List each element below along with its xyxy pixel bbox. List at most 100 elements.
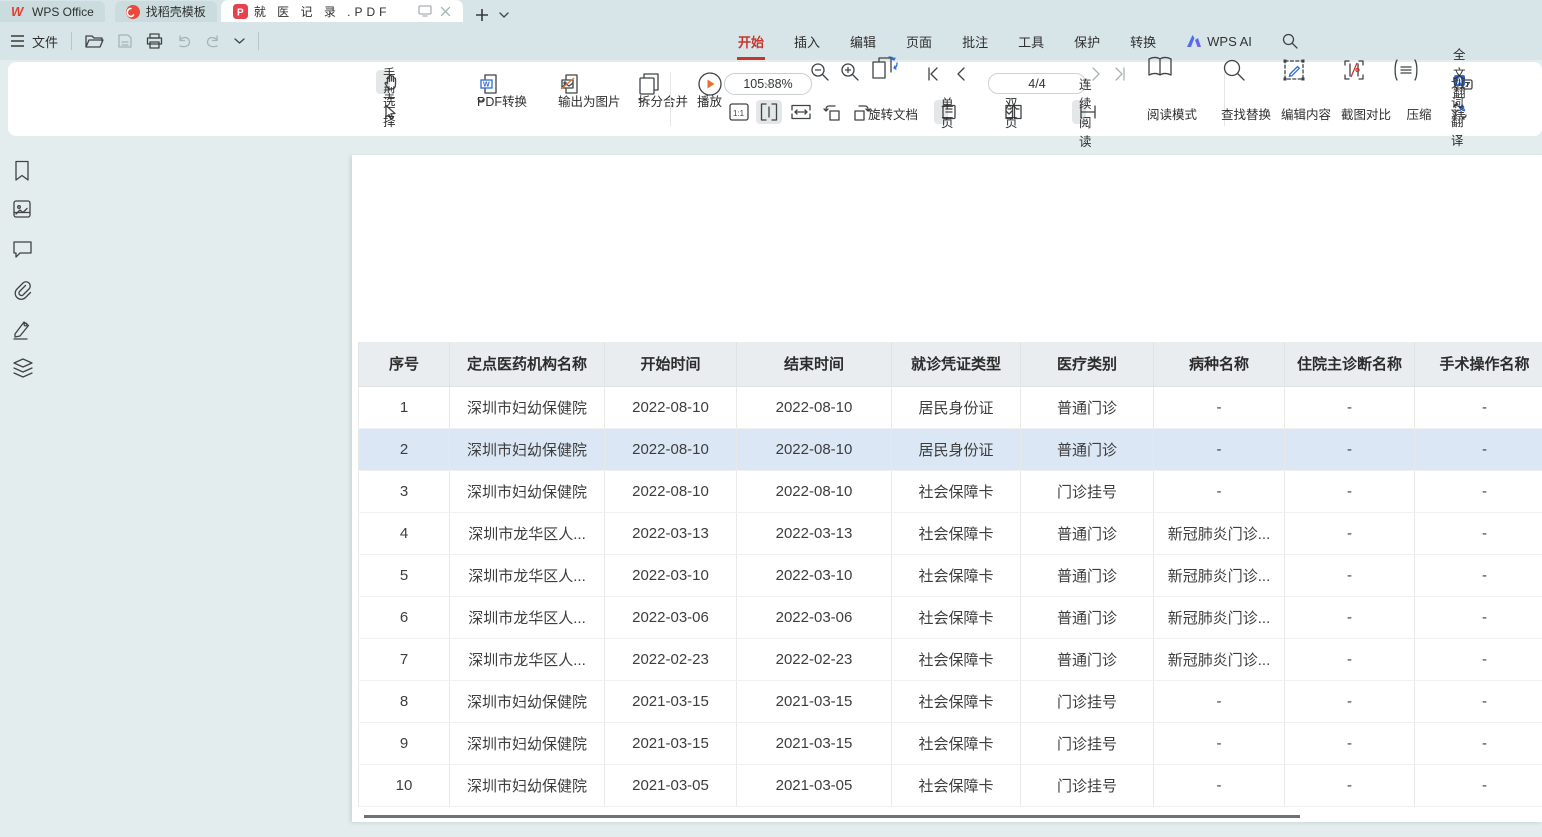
table-cell: -: [1415, 596, 1542, 638]
table-cell: 8: [359, 680, 450, 722]
tab-wps-office[interactable]: W WPS Office: [0, 1, 105, 22]
fit-width-button[interactable]: [788, 100, 814, 124]
fit-width-icon: [791, 104, 811, 120]
pdf-table-body: 1深圳市妇幼保健院2022-08-102022-08-10居民身份证普通门诊--…: [359, 386, 1542, 806]
table-cell: -: [1154, 764, 1285, 806]
menu-edit[interactable]: 编辑: [850, 32, 876, 51]
menu-wps-ai[interactable]: WPS AI: [1186, 34, 1252, 49]
thumbnail-icon[interactable]: [12, 199, 32, 219]
find-replace-label[interactable]: 查找替换: [1213, 104, 1279, 123]
print-icon[interactable]: [146, 33, 163, 49]
menu-tools[interactable]: 工具: [1018, 32, 1044, 51]
table-cell: 普通门诊: [1021, 386, 1154, 428]
quickbar-chevron-icon[interactable]: [234, 38, 245, 44]
signature-icon[interactable]: [12, 319, 34, 340]
new-tab-plus-icon[interactable]: [475, 8, 489, 22]
table-cell: -: [1285, 680, 1415, 722]
file-menu[interactable]: 文件: [32, 32, 58, 51]
read-mode-label[interactable]: 阅读模式: [1144, 104, 1200, 123]
table-cell: 普通门诊: [1021, 428, 1154, 470]
actual-size-button[interactable]: 1:1: [726, 100, 752, 124]
svg-text:P: P: [237, 7, 244, 18]
comment-icon[interactable]: [12, 240, 33, 259]
table-cell: 普通门诊: [1021, 554, 1154, 596]
table-cell: 2022-03-13: [737, 512, 892, 554]
first-page-icon: [925, 66, 941, 82]
table-cell: 深圳市妇幼保健院: [450, 470, 605, 512]
wps-logo: W: [11, 5, 26, 18]
table-cell: 社会保障卡: [892, 596, 1021, 638]
continuous-read-button[interactable]: 连续阅读: [1072, 100, 1086, 124]
table-cell: -: [1415, 386, 1542, 428]
table-row: 10深圳市妇幼保健院2021-03-052021-03-05社会保障卡门诊挂号-…: [359, 764, 1542, 806]
table-cell: 2022-08-10: [605, 428, 737, 470]
table-cell: 2022-08-10: [737, 470, 892, 512]
edit-content-label[interactable]: 编辑内容: [1273, 104, 1339, 123]
compress-icon: [1393, 58, 1419, 82]
hand-tool-button[interactable]: 手型: [376, 70, 390, 94]
export-image-button[interactable]: 输出为图片: [516, 68, 600, 100]
column-header: 定点医药机构名称: [450, 342, 605, 386]
table-bottom-border: [364, 815, 1300, 818]
column-header: 手术操作名称: [1415, 342, 1542, 386]
table-row: 5深圳市龙华区人...2022-03-102022-03-10社会保障卡普通门诊…: [359, 554, 1542, 596]
table-cell: -: [1415, 512, 1542, 554]
table-cell: 9: [359, 722, 450, 764]
pdf-page[interactable]: 序号定点医药机构名称开始时间结束时间就诊凭证类型医疗类别病种名称住院主诊断名称手…: [352, 155, 1542, 822]
play-button[interactable]: 播放: [674, 68, 720, 100]
double-page-button[interactable]: 双页: [998, 100, 1012, 124]
table-cell: 2022-02-23: [737, 638, 892, 680]
docer-logo: [126, 5, 140, 19]
rotate-left-button[interactable]: [820, 100, 846, 124]
table-cell: 新冠肺炎门诊...: [1154, 638, 1285, 680]
table-cell: -: [1285, 554, 1415, 596]
tab-list-chevron-icon[interactable]: [499, 12, 509, 18]
save-icon[interactable]: [117, 33, 133, 49]
tab-docer-templates[interactable]: 找稻壳模板: [115, 1, 217, 22]
menu-home[interactable]: 开始: [738, 32, 764, 51]
table-cell: -: [1285, 512, 1415, 554]
zoom-level-select[interactable]: 105.88%: [724, 73, 812, 95]
table-cell: 2021-03-15: [737, 722, 892, 764]
table-cell: 2022-08-10: [737, 428, 892, 470]
table-cell: 深圳市妇幼保健院: [450, 764, 605, 806]
fit-page-button[interactable]: [756, 100, 782, 124]
hamburger-icon[interactable]: [10, 35, 25, 47]
table-cell: 门诊挂号: [1021, 764, 1154, 806]
table-cell: -: [1285, 764, 1415, 806]
table-cell: 新冠肺炎门诊...: [1154, 554, 1285, 596]
pdf-convert-button[interactable]: W PDF转换: [438, 68, 516, 100]
search-icon: [1222, 58, 1246, 82]
attachment-icon[interactable]: [12, 280, 33, 301]
menu-protect[interactable]: 保护: [1074, 32, 1100, 51]
page-number-input[interactable]: 4/4: [988, 73, 1086, 94]
redo-icon[interactable]: [205, 34, 221, 48]
split-merge-button[interactable]: 拆分合并: [600, 68, 676, 100]
menu-page[interactable]: 页面: [906, 32, 932, 51]
undo-icon[interactable]: [176, 34, 192, 48]
menu-convert[interactable]: 转换: [1130, 32, 1156, 51]
word-translate-button[interactable]: Ax 划词翻译: [1444, 99, 1458, 123]
open-folder-icon[interactable]: [85, 34, 104, 49]
select-tool-button[interactable]: 选择: [376, 99, 390, 123]
single-page-button[interactable]: 单页: [934, 100, 948, 124]
table-cell: 2022-03-06: [605, 596, 737, 638]
layers-icon[interactable]: [12, 358, 34, 378]
monitor-icon[interactable]: [418, 5, 432, 17]
menu-search-icon[interactable]: [1282, 33, 1298, 49]
svg-text:W: W: [483, 82, 490, 89]
screenshot-compare-label[interactable]: 截图对比: [1333, 104, 1399, 123]
table-cell: 2021-03-05: [605, 764, 737, 806]
wps-ai-logo: [1186, 34, 1202, 48]
chevron-down-icon: [764, 82, 773, 87]
menu-insert[interactable]: 插入: [794, 32, 820, 51]
compress-label[interactable]: 压缩: [1392, 104, 1446, 123]
menu-annotate[interactable]: 批注: [962, 32, 988, 51]
table-cell: 普通门诊: [1021, 596, 1154, 638]
bookmark-icon[interactable]: [12, 160, 32, 182]
table-row: 4深圳市龙华区人...2022-03-132022-03-13社会保障卡普通门诊…: [359, 512, 1542, 554]
rotate-document-label[interactable]: 旋转文档: [865, 104, 921, 123]
rotate-left-icon: [823, 103, 843, 121]
close-tab-icon[interactable]: [440, 6, 451, 17]
tab-document-active[interactable]: P 就 医 记 录 .PDF: [221, 0, 463, 22]
